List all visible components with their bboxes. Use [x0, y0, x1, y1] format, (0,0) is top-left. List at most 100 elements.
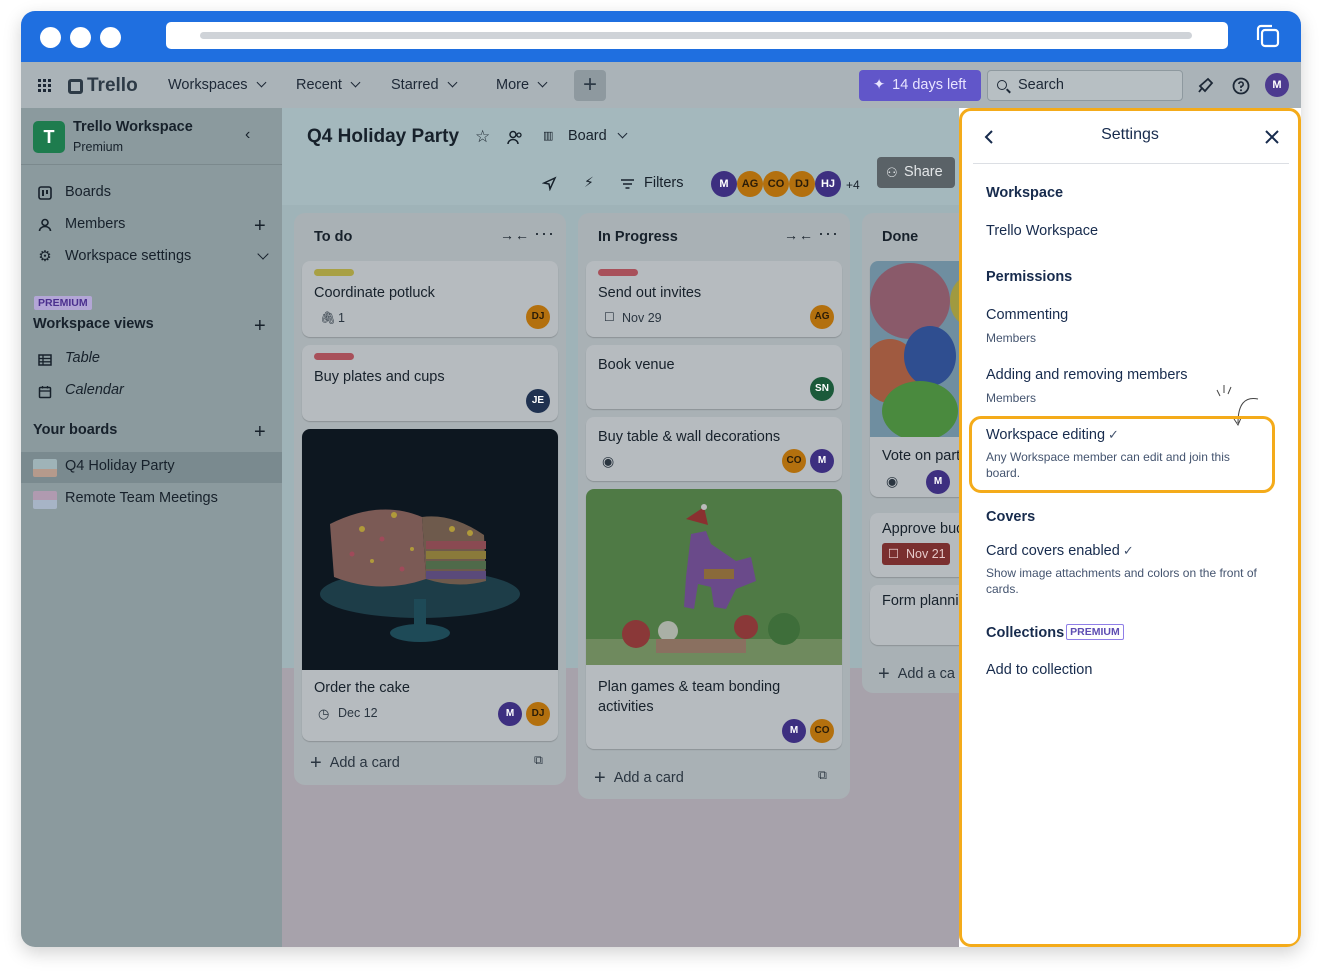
- more-menu-label: More: [496, 77, 530, 93]
- card[interactable]: Buy table & wall decorations ◉ CO M: [586, 417, 842, 481]
- trello-logo[interactable]: Trello: [68, 75, 138, 97]
- automation-icon[interactable]: ⚡: [584, 174, 594, 191]
- member-avatar[interactable]: HJ: [815, 171, 841, 197]
- card[interactable]: Order the cake ◷ Dec 12 M DJ: [302, 429, 558, 741]
- sidebar-item-boards[interactable]: Boards: [65, 184, 111, 200]
- plus-icon: +: [310, 752, 322, 774]
- star-icon[interactable]: ☆: [475, 127, 490, 147]
- chevron-down-icon: [537, 77, 548, 88]
- chevron-down-icon: [350, 77, 361, 88]
- list-to-do: To do →← ··· Coordinate potluck 🖇 1 DJ B…: [294, 213, 566, 785]
- sidebar-item-table[interactable]: Table: [65, 350, 100, 366]
- add-board-icon[interactable]: +: [254, 422, 266, 442]
- attachment-icon: 🖇: [320, 311, 336, 325]
- collapse-sidebar-icon[interactable]: ‹: [245, 126, 250, 144]
- window-dot-icon[interactable]: [100, 27, 121, 48]
- help-icon[interactable]: [1232, 77, 1250, 95]
- workspace-visibility-icon[interactable]: [507, 130, 523, 145]
- add-view-icon[interactable]: +: [254, 316, 266, 336]
- add-card-button[interactable]: + Add a card: [310, 750, 400, 774]
- list-menu-icon[interactable]: ···: [818, 223, 839, 244]
- search-input[interactable]: Search: [987, 70, 1183, 101]
- card-label-red[interactable]: [598, 269, 638, 276]
- list-title[interactable]: To do: [314, 229, 352, 245]
- board-view-label: Board: [568, 128, 607, 144]
- card[interactable]: Send out invites ☐ Nov 29 AG: [586, 261, 842, 337]
- list-menu-icon[interactable]: ···: [534, 223, 555, 244]
- trial-button[interactable]: ✦ 14 days left: [859, 70, 981, 101]
- member-avatar[interactable]: M: [810, 449, 834, 473]
- member-avatar[interactable]: AG: [810, 305, 834, 329]
- address-bar[interactable]: [166, 22, 1228, 49]
- member-avatar[interactable]: M: [782, 719, 806, 743]
- tabs-overview-icon[interactable]: [1255, 23, 1281, 49]
- search-icon: [997, 80, 1007, 90]
- create-button[interactable]: +: [574, 70, 606, 101]
- workspace-avatar: T: [33, 121, 65, 153]
- recent-menu[interactable]: Recent: [296, 77, 361, 93]
- sidebar-board-q4-holiday-party[interactable]: Q4 Holiday Party: [65, 458, 175, 474]
- card-label-yellow[interactable]: [314, 269, 354, 276]
- card-title: Vote on part: [882, 448, 961, 464]
- starred-menu[interactable]: Starred: [391, 77, 458, 93]
- chevron-down-icon[interactable]: [257, 248, 269, 260]
- more-menu[interactable]: More: [496, 77, 548, 93]
- window-dot-icon[interactable]: [70, 27, 91, 48]
- workspace-name[interactable]: Trello Workspace: [73, 119, 193, 135]
- filters-button[interactable]: Filters: [644, 175, 683, 191]
- card-template-icon[interactable]: ⧉: [818, 768, 827, 783]
- share-button[interactable]: ⚇ Share: [877, 157, 955, 188]
- more-members-count[interactable]: +4: [846, 178, 860, 192]
- list-title[interactable]: Done: [882, 229, 918, 245]
- add-member-icon[interactable]: +: [254, 216, 266, 236]
- plus-icon: +: [878, 663, 890, 685]
- megaphone-icon[interactable]: [1197, 77, 1214, 94]
- sidebar-item-workspace-settings[interactable]: Workspace settings: [65, 248, 191, 264]
- card[interactable]: Plan games & team bonding activities M C…: [586, 489, 842, 749]
- member-avatar[interactable]: CO: [810, 719, 834, 743]
- board-title[interactable]: Q4 Holiday Party: [307, 126, 459, 148]
- card[interactable]: Book venue SN: [586, 345, 842, 409]
- member-avatar[interactable]: M: [498, 702, 522, 726]
- due-date-badge[interactable]: ☐ Nov 21: [882, 543, 950, 565]
- card[interactable]: Coordinate potluck 🖇 1 DJ: [302, 261, 558, 337]
- window-dot-icon[interactable]: [40, 27, 61, 48]
- add-card-label: Add a ca: [897, 666, 955, 682]
- top-navigation: Trello Workspaces Recent Starred More + …: [21, 62, 1301, 108]
- card-title: Buy plates and cups: [314, 369, 445, 385]
- member-avatar[interactable]: SN: [810, 377, 834, 401]
- card-label-red[interactable]: [314, 353, 354, 360]
- calendar-icon: [38, 386, 52, 399]
- list-title[interactable]: In Progress: [598, 229, 678, 245]
- app-switcher-icon[interactable]: [38, 79, 51, 92]
- address-bar-placeholder: [200, 32, 1192, 39]
- member-avatar[interactable]: M: [926, 470, 950, 494]
- member-avatar[interactable]: DJ: [789, 171, 815, 197]
- member-avatar[interactable]: M: [711, 171, 737, 197]
- member-avatar[interactable]: DJ: [526, 305, 550, 329]
- sidebar-item-calendar[interactable]: Calendar: [65, 382, 124, 398]
- member-avatar[interactable]: CO: [782, 449, 806, 473]
- card[interactable]: Buy plates and cups JE: [302, 345, 558, 421]
- card-template-icon[interactable]: ⧉: [534, 753, 543, 768]
- sidebar-item-members[interactable]: Members: [65, 216, 125, 232]
- workspaces-menu[interactable]: Workspaces: [168, 77, 266, 93]
- user-avatar[interactable]: M: [1265, 73, 1289, 97]
- watch-icon: ◉: [602, 453, 615, 469]
- due-date: Nov 29: [622, 311, 662, 325]
- card-title: Approve bud: [882, 521, 965, 537]
- member-avatar[interactable]: JE: [526, 389, 550, 413]
- board-view-switcher[interactable]: Board: [568, 128, 628, 144]
- member-avatar[interactable]: CO: [763, 171, 789, 197]
- member-avatar[interactable]: DJ: [526, 702, 550, 726]
- cake-cover-image: [302, 429, 558, 670]
- power-ups-icon[interactable]: [542, 176, 557, 191]
- member-avatar[interactable]: AG: [737, 171, 763, 197]
- add-card-button[interactable]: + Add a card: [594, 765, 684, 789]
- collapse-list-icon[interactable]: →←: [500, 227, 530, 243]
- collapse-list-icon[interactable]: →←: [784, 227, 814, 243]
- board-thumbnail: [33, 459, 57, 477]
- sidebar-board-remote-team-meetings[interactable]: Remote Team Meetings: [65, 490, 218, 506]
- add-card-button[interactable]: + Add a ca: [878, 661, 955, 685]
- chevron-down-icon: [447, 77, 458, 88]
